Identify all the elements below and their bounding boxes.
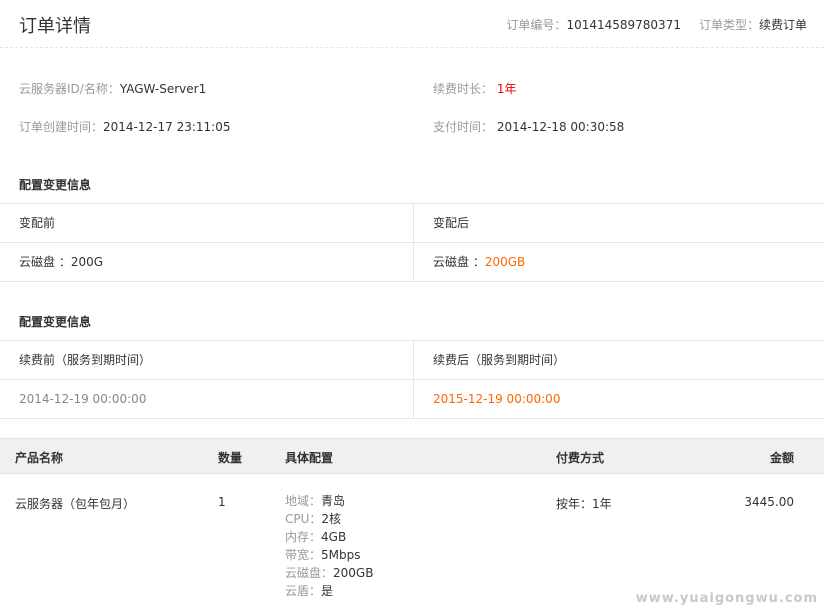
- duration-info: 续费时长： 1年: [433, 80, 516, 97]
- order-meta: 订单编号：101414589780371 订单类型：续费订单: [506, 16, 807, 33]
- col-spec: 具体配置: [285, 451, 334, 465]
- config-change-table: 变配前 变配后 云磁盘 ：200G 云磁盘 ：200GB: [0, 203, 824, 282]
- config-before-label: 云磁盘 ：: [19, 255, 71, 269]
- spec-cpu: CPU：2核: [285, 512, 342, 526]
- product-table-header: 产品名称 数量 具体配置 付费方式 金额: [0, 438, 824, 474]
- watermark: www.yuaigongwu.com: [635, 591, 818, 606]
- renew-before-value: 2014-12-19 00:00:00: [0, 380, 414, 418]
- spec-disk: 云磁盘：200GB: [285, 566, 374, 580]
- product-quantity: 1: [218, 495, 226, 509]
- spec-region: 地域：青岛: [285, 494, 346, 508]
- renew-change-title: 配置变更信息: [19, 315, 92, 329]
- config-after-value: 200GB: [484, 255, 526, 269]
- product-spec-list: 地域：青岛 CPU：2核 内存：4GB 带宽：5Mbps 云磁盘：200GB 云…: [285, 492, 373, 600]
- table-row: 2014-12-19 00:00:00 2015-12-19 00:00:00: [0, 380, 824, 419]
- config-before-cell: 云磁盘 ：200G: [0, 243, 414, 281]
- renew-before-header: 续费前（服务到期时间）: [0, 341, 414, 379]
- config-after-header: 变配后: [433, 216, 470, 230]
- config-change-title: 配置变更信息: [19, 178, 92, 192]
- created-value: 2014-12-17 23:11:05: [103, 120, 231, 134]
- renew-after-header: 续费后（服务到期时间）: [433, 353, 566, 367]
- col-amount: 金额: [769, 451, 794, 465]
- table-row: 云磁盘 ：200G 云磁盘 ：200GB: [0, 243, 824, 282]
- paid-value: 2014-12-18 00:30:58: [496, 120, 625, 134]
- renew-after-value: 2015-12-19 00:00:00: [433, 392, 561, 406]
- server-label: 云服务器ID/名称：: [19, 82, 120, 96]
- config-before-header: 变配前: [0, 204, 414, 242]
- page-title: 订单详情: [19, 16, 91, 37]
- server-info: 云服务器ID/名称：YAGW-Server1: [19, 80, 206, 97]
- page-header: 订单详情 订单编号：101414589780371 订单类型：续费订单: [0, 0, 824, 48]
- config-after-cell: 云磁盘 ：200GB: [414, 243, 824, 281]
- renew-change-table: 续费前（服务到期时间） 续费后（服务到期时间） 2014-12-19 00:00…: [0, 340, 824, 419]
- duration-label: 续费时长：: [433, 82, 494, 96]
- col-quantity: 数量: [218, 451, 243, 465]
- duration-value: 1年: [496, 82, 517, 96]
- table-row: 变配前 变配后: [0, 204, 824, 243]
- order-type-value: 续费订单: [758, 18, 807, 32]
- spec-shield: 云盾：是: [285, 584, 334, 598]
- config-after-label: 云磁盘 ：: [433, 255, 485, 269]
- paid-info: 支付时间： 2014-12-18 00:30:58: [433, 118, 624, 135]
- product-payment: 按年：1年: [556, 497, 612, 511]
- created-info: 订单创建时间：2014-12-17 23:11:05: [19, 118, 230, 135]
- order-no-label: 订单编号：: [506, 18, 567, 32]
- col-product-name: 产品名称: [15, 451, 64, 465]
- paid-label: 支付时间：: [433, 120, 494, 134]
- order-type-label: 订单类型：: [698, 18, 759, 32]
- table-row: 续费前（服务到期时间） 续费后（服务到期时间）: [0, 341, 824, 380]
- spec-memory: 内存：4GB: [285, 530, 347, 544]
- product-name: 云服务器（包年包月）: [15, 497, 136, 511]
- config-before-value: 200G: [70, 255, 104, 269]
- renew-after-cell: 2015-12-19 00:00:00: [414, 380, 824, 418]
- server-value: YAGW-Server1: [119, 82, 207, 96]
- table-row: 云服务器（包年包月） 1 地域：青岛 CPU：2核 内存：4GB 带宽：5Mbp…: [0, 474, 824, 608]
- col-payment: 付费方式: [556, 451, 605, 465]
- spec-bandwidth: 带宽：5Mbps: [285, 548, 361, 562]
- order-no-value: 101414589780371: [566, 18, 681, 32]
- product-amount: 3445.00: [744, 495, 794, 509]
- created-label: 订单创建时间：: [19, 120, 104, 134]
